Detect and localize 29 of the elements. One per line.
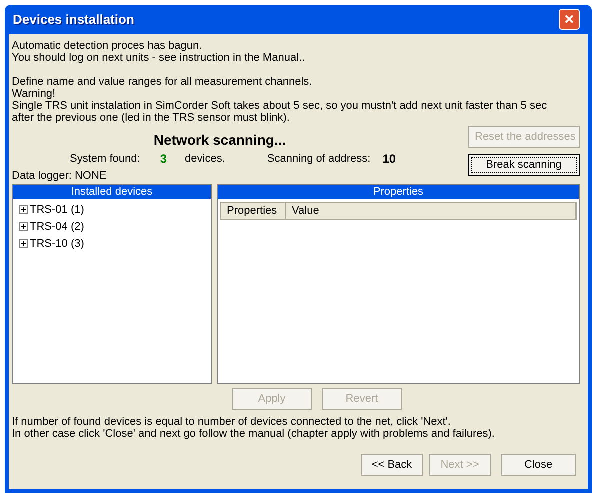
- panel-header: Properties: [218, 185, 579, 199]
- panel-header: Installed devices: [13, 185, 211, 199]
- hint-text: In other case click 'Close' and next go follow the manual (chapter apply with problems and failures).: [12, 428, 496, 440]
- window-title: Devices installation: [12, 12, 134, 27]
- column-header[interactable]: Properties: [221, 203, 286, 219]
- found-count: 3: [160, 152, 168, 166]
- address-label: Scanning of address:: [267, 153, 371, 165]
- column-header[interactable]: Value: [286, 203, 576, 219]
- tree-item[interactable]: TRS-04 (2): [13, 218, 211, 235]
- data-logger-text: Data logger: NONE: [12, 170, 108, 182]
- scanning-heading: Network scanning...: [152, 132, 288, 148]
- instruction-text: You should log on next units - see instruction in the Manual..: [12, 52, 306, 64]
- nav-button[interactable]: << Back: [361, 454, 423, 476]
- address-value: 10: [382, 152, 396, 166]
- expand-icon[interactable]: [19, 205, 28, 214]
- hint-text: If number of found devices is equal to number of devices connected to the net, click 'Next'.: [12, 416, 452, 428]
- found-unit: devices.: [185, 153, 226, 165]
- action-button[interactable]: Break scanning: [468, 154, 580, 176]
- nav-button[interactable]: Close: [501, 454, 576, 476]
- close-button[interactable]: ✕: [559, 9, 580, 30]
- found-label: System found:: [70, 153, 140, 165]
- instruction-text: Define name and value ranges for all measurement channels.: [12, 76, 314, 88]
- tree-item[interactable]: TRS-01 (1): [13, 201, 211, 218]
- instruction-text: Single TRS unit instalation in SimCorder Soft takes about 5 sec, so you mustn't add next unit faster than 5 sec after the previous one (led in the TRS sensor must blink).: [12, 100, 548, 124]
- tree-item[interactable]: TRS-10 (3): [13, 235, 211, 252]
- instruction-text: Automatic detection proces has bagun.: [12, 40, 204, 52]
- instruction-text: Warning!: [12, 88, 57, 100]
- expand-icon[interactable]: [19, 239, 28, 248]
- expand-icon[interactable]: [19, 222, 28, 231]
